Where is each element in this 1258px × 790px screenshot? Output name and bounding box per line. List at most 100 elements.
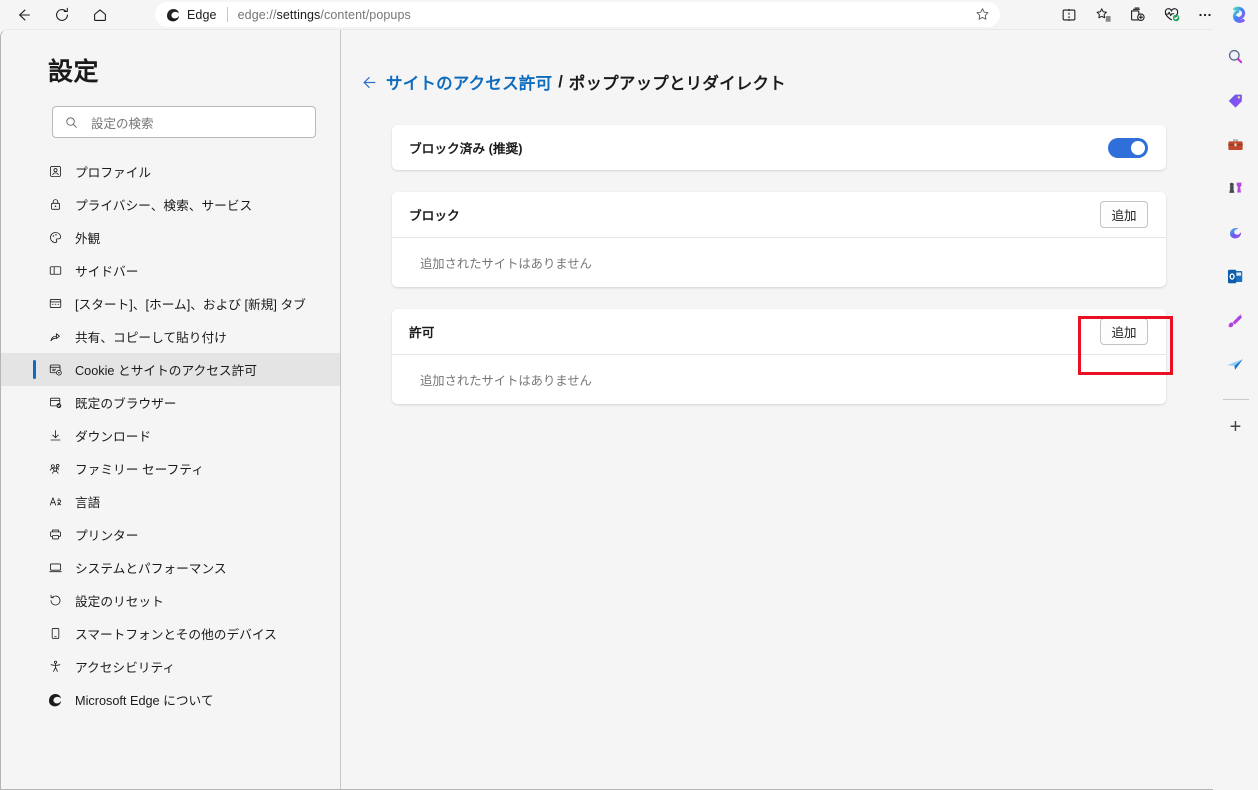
sidebar-item-sidebar[interactable]: サイドバー xyxy=(1,254,340,287)
sidebar-outlook-icon[interactable] xyxy=(1221,261,1251,291)
allow-list-empty-text: 追加されたサイトはありません xyxy=(392,355,1166,404)
home-button[interactable] xyxy=(85,2,115,28)
sidebar-item-cookies-site-permissions[interactable]: Cookie とサイトのアクセス許可 xyxy=(1,353,340,386)
sidebar-item-label: プリンター xyxy=(75,525,138,544)
allow-list-label: 許可 xyxy=(409,322,434,341)
sidebar-item-label: Microsoft Edge について xyxy=(75,690,214,709)
downloads-icon xyxy=(46,428,64,443)
toolbar-right-buttons xyxy=(1052,0,1258,29)
breadcrumb: サイトのアクセス許可 / ポップアップとリダイレクト xyxy=(341,70,1213,94)
favorites-icon[interactable] xyxy=(1086,2,1120,28)
sidebar-item-accessibility[interactable]: アクセシビリティ xyxy=(1,650,340,683)
sidebar-item-label: Cookie とサイトのアクセス許可 xyxy=(75,360,257,379)
settings-search-box[interactable]: 設定の検索 xyxy=(52,106,316,138)
block-list-card: ブロック 追加 追加されたサイトはありません xyxy=(392,192,1166,287)
allow-add-button[interactable]: 追加 xyxy=(1100,318,1148,345)
sidebar-search-icon[interactable] xyxy=(1221,41,1251,71)
sidebar-item-label: プロファイル xyxy=(75,162,151,181)
sidebar-item-languages[interactable]: 言語 xyxy=(1,485,340,518)
reset-settings-icon xyxy=(46,593,64,608)
system-performance-icon xyxy=(46,560,64,575)
settings-sidebar: 設定 設定の検索 プロファイル プライバシ xyxy=(1,30,341,789)
block-list-label: ブロック xyxy=(409,205,460,224)
sidebar-item-downloads[interactable]: ダウンロード xyxy=(1,419,340,452)
edge-sidebar: + xyxy=(1213,29,1258,790)
sidebar-games-icon[interactable] xyxy=(1221,173,1251,203)
sidebar-item-about-edge[interactable]: Microsoft Edge について xyxy=(1,683,340,716)
page-title: 設定 xyxy=(1,52,340,88)
sidebar-item-profile[interactable]: プロファイル xyxy=(1,155,340,188)
sidebar-item-system-performance[interactable]: システムとパフォーマンス xyxy=(1,551,340,584)
share-copy-icon xyxy=(46,329,64,344)
settings-main-pane: サイトのアクセス許可 / ポップアップとリダイレクト ブロック済み (推奨) xyxy=(341,30,1213,789)
sidebar-item-privacy[interactable]: プライバシー、検索、サービス xyxy=(1,188,340,221)
url-text[interactable]: edge://settings/content/popups xyxy=(238,8,411,22)
sidebar-image-creator-icon[interactable] xyxy=(1221,305,1251,335)
edge-brand-label: Edge xyxy=(187,8,217,22)
navigation-buttons xyxy=(9,2,115,28)
back-arrow-icon[interactable] xyxy=(360,73,386,92)
sidebar-item-label: サイドバー xyxy=(75,261,138,280)
collections-icon[interactable] xyxy=(1120,2,1154,28)
omnibox-separator xyxy=(227,7,228,22)
sidebar-item-share-copy-paste[interactable]: 共有、コピーして貼り付け xyxy=(1,320,340,353)
sidebar-drop-icon[interactable] xyxy=(1221,349,1251,379)
start-home-tab-icon xyxy=(46,296,64,311)
sidebar-item-label: アクセシビリティ xyxy=(75,657,175,676)
breadcrumb-parent-link[interactable]: サイトのアクセス許可 xyxy=(386,70,552,94)
copilot-icon[interactable] xyxy=(1222,2,1256,28)
sidebar-tools-briefcase-icon[interactable] xyxy=(1221,129,1251,159)
settings-and-more-icon[interactable] xyxy=(1188,2,1222,28)
allow-list-header: 許可 追加 xyxy=(392,309,1166,354)
block-list-empty-text: 追加されたサイトはありません xyxy=(392,238,1166,287)
sidebar-item-label: 言語 xyxy=(75,492,100,511)
edge-logo-icon xyxy=(165,7,181,23)
block-add-button[interactable]: 追加 xyxy=(1100,201,1148,228)
sidebar-item-phone-other-devices[interactable]: スマートフォンとその他のデバイス xyxy=(1,617,340,650)
settings-search-input[interactable]: 設定の検索 xyxy=(91,113,154,132)
sidebar-item-label: ダウンロード xyxy=(75,426,151,445)
back-button[interactable] xyxy=(9,2,39,28)
printers-icon xyxy=(46,527,64,542)
breadcrumb-current: ポップアップとリダイレクト xyxy=(569,70,786,94)
settings-nav-list: プロファイル プライバシー、検索、サービス 外観 xyxy=(1,155,340,716)
sidebar-microsoft365-icon[interactable] xyxy=(1221,217,1251,247)
sidebar-shopping-tag-icon[interactable] xyxy=(1221,85,1251,115)
sidebar-item-reset-settings[interactable]: 設定のリセット xyxy=(1,584,340,617)
browser-essentials-icon[interactable] xyxy=(1154,2,1188,28)
default-browser-icon xyxy=(46,395,64,410)
customize-sidebar-button[interactable]: + xyxy=(1221,412,1251,442)
sidebar-item-label: システムとパフォーマンス xyxy=(75,558,227,577)
sidebar-item-label: 既定のブラウザー xyxy=(75,393,177,412)
sidebar-item-start-home-new-tab[interactable]: [スタート]、[ホーム]、および [新規] タブ xyxy=(1,287,340,320)
toggle-knob xyxy=(1131,141,1145,155)
profile-icon xyxy=(46,164,64,179)
sidebar-item-label: 外観 xyxy=(75,228,100,247)
sidebar-item-printers[interactable]: プリンター xyxy=(1,518,340,551)
blocked-recommended-row: ブロック済み (推奨) xyxy=(392,125,1166,170)
privacy-lock-icon xyxy=(46,197,64,212)
sidebar-item-label: 設定のリセット xyxy=(75,591,164,610)
languages-icon xyxy=(46,494,64,509)
url-path: /content/popups xyxy=(320,8,410,22)
phone-devices-icon xyxy=(46,626,64,641)
split-screen-icon[interactable] xyxy=(1052,2,1086,28)
block-list-header: ブロック 追加 xyxy=(392,192,1166,237)
refresh-button[interactable] xyxy=(47,2,77,28)
sidebar-item-family-safety[interactable]: ファミリー セーフティ xyxy=(1,452,340,485)
breadcrumb-separator: / xyxy=(558,73,563,92)
browser-window: Edge edge://settings/content/popups xyxy=(0,0,1258,790)
sidebar-icon xyxy=(46,263,64,278)
favorite-star-icon[interactable] xyxy=(970,4,994,26)
edge-brand-badge: Edge xyxy=(163,7,217,23)
address-bar[interactable]: Edge edge://settings/content/popups xyxy=(155,2,1000,27)
url-scheme: edge:// xyxy=(238,8,277,22)
blocked-recommended-label: ブロック済み (推奨) xyxy=(409,138,522,157)
blocked-recommended-card: ブロック済み (推奨) xyxy=(392,125,1166,170)
edge-sidebar-divider xyxy=(1223,399,1249,400)
sidebar-item-appearance[interactable]: 外観 xyxy=(1,221,340,254)
blocked-recommended-toggle[interactable] xyxy=(1108,138,1148,158)
sidebar-item-default-browser[interactable]: 既定のブラウザー xyxy=(1,386,340,419)
family-safety-icon xyxy=(46,461,64,476)
settings-cards: ブロック済み (推奨) ブロック 追加 追加されたサイ xyxy=(341,125,1213,404)
